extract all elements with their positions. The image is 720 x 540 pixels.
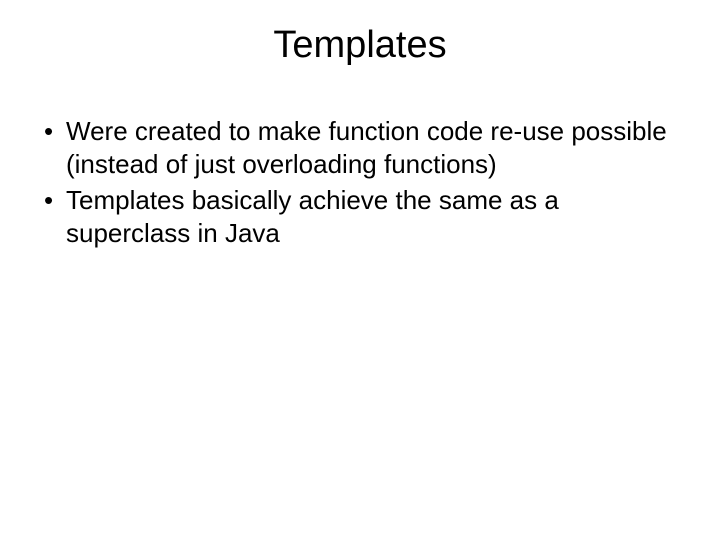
- slide-title: Templates: [0, 0, 720, 67]
- slide-content: Were created to make function code re-us…: [0, 67, 720, 249]
- slide: Templates Were created to make function …: [0, 0, 720, 540]
- list-item: Templates basically achieve the same as …: [40, 184, 680, 249]
- bullet-list: Were created to make function code re-us…: [40, 115, 680, 249]
- list-item: Were created to make function code re-us…: [40, 115, 680, 180]
